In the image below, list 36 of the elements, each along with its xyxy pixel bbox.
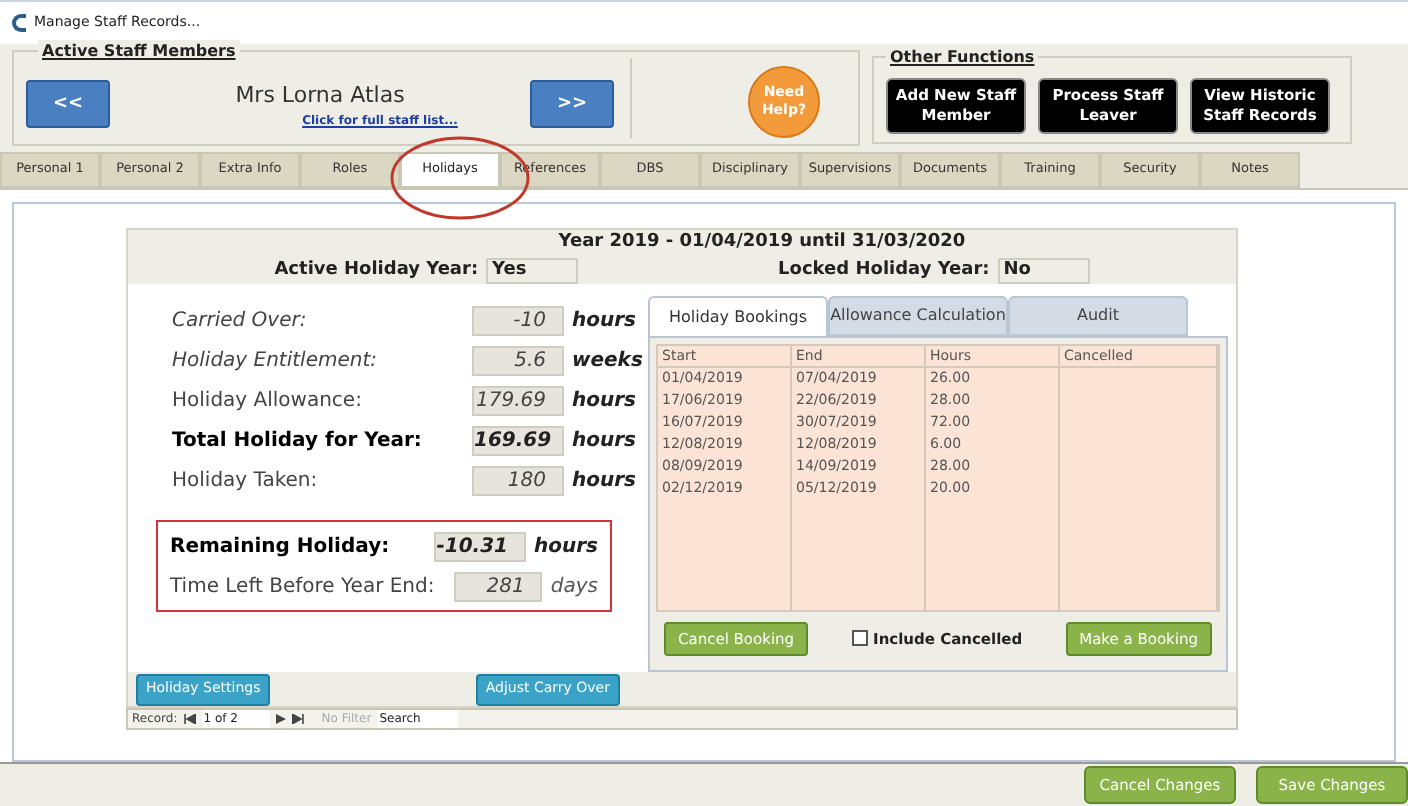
value-field[interactable]: 281 [454, 571, 543, 602]
subtab[interactable]: Holiday Bookings [648, 296, 828, 337]
value-field[interactable]: 5.6 [472, 345, 564, 376]
unit-label: hours [572, 427, 636, 456]
value-field[interactable]: No [997, 257, 1090, 284]
unit-label: hours [572, 307, 636, 336]
field-label: Holiday Allowance: [172, 387, 364, 416]
staff-name: Mrs Lorna Atlas [235, 79, 405, 112]
field-label: Total Holiday for Year: [172, 427, 424, 456]
subtab[interactable]: Allowance Calculation [828, 296, 1008, 337]
unit-label: weeks [572, 347, 643, 376]
next-button[interactable]: >> [530, 80, 614, 129]
value-field[interactable]: 180 [472, 465, 564, 496]
field-label: Remaining Holiday: [170, 533, 392, 562]
field-label: Holiday Entitlement: [172, 347, 379, 376]
field-label: Locked Holiday Year: [778, 257, 990, 284]
field-label: Active Holiday Year: [274, 257, 479, 284]
subtab[interactable]: Audit [1008, 296, 1188, 337]
section-title: Other Functions [886, 46, 1039, 71]
previous-button[interactable]: << [26, 80, 110, 129]
field-label: Time Left Before Year End: [170, 573, 437, 602]
value-field[interactable]: Yes [486, 257, 579, 284]
value-field[interactable]: 169.69 [472, 425, 564, 456]
year-title: Year 2019 - 01/04/2019 until 31/03/2020 [558, 230, 966, 257]
field-label: Holiday Taken: [172, 467, 320, 496]
unit-label: hours [534, 533, 598, 562]
value-field[interactable]: -10 [472, 305, 564, 336]
field-label: Carried Over: [172, 307, 309, 336]
unit-label: hours [572, 387, 636, 416]
section-title: Active Staff Members [38, 40, 240, 65]
value-field[interactable]: -10.31 [434, 531, 526, 562]
unit-label: hours [572, 467, 636, 496]
unit-label: days [550, 573, 598, 602]
checkbox[interactable] [851, 630, 868, 647]
app-logo-icon [12, 13, 26, 32]
value-field[interactable]: 179.69 [472, 385, 564, 416]
